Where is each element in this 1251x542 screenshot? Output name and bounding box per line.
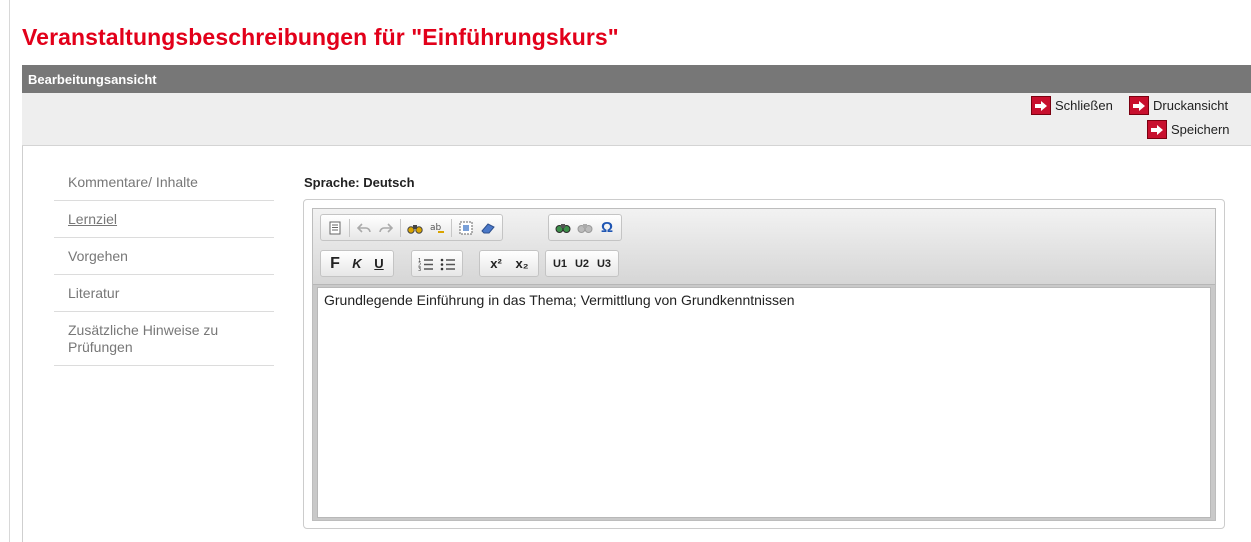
page-left-border (9, 0, 10, 542)
view-header: Bearbeitungsansicht (22, 65, 1251, 93)
heading-2-button[interactable]: U2 (571, 253, 593, 275)
print-view-button-label: Druckansicht (1153, 98, 1229, 113)
subscript-button[interactable]: x₂ (509, 253, 535, 275)
view-header-label: Bearbeitungsansicht (28, 72, 157, 87)
special-character-omega-icon[interactable]: Ω (596, 217, 618, 239)
toolbar-group-spellcheck: Ω (548, 214, 622, 241)
toolbar-group-basic-style: F K U (320, 250, 394, 277)
editor-toolbar: ab Ω F K U 1 2 3 x² x₂ U1 U2 U3 (313, 209, 1215, 285)
superscript-button[interactable]: x² (483, 253, 509, 275)
bold-button[interactable]: F (324, 253, 346, 275)
spellcheck-icon[interactable] (552, 217, 574, 239)
select-all-icon[interactable] (455, 217, 477, 239)
nav-item-vorgehen[interactable]: Vorgehen (54, 238, 274, 275)
toolbar-separator (400, 218, 401, 237)
editor-text-area[interactable]: Grundlegende Einführung in das Thema; Ve… (317, 287, 1211, 518)
toolbar-group-lists: 123 (411, 250, 463, 277)
rich-text-editor: ab Ω F K U 1 2 3 x² x₂ U1 U2 U3 Grundleg… (312, 208, 1216, 521)
toolbar-group-script: x² x₂ (479, 250, 539, 277)
italic-button[interactable]: K (346, 253, 368, 275)
nav-item-lernziel[interactable]: Lernziel (54, 201, 274, 238)
arrow-right-icon (1031, 96, 1051, 115)
section-nav: Kommentare/ Inhalte Lernziel Vorgehen Li… (54, 165, 274, 366)
close-button[interactable]: Schließen (1031, 96, 1113, 115)
action-bar: Schließen Druckansicht Speichern (22, 93, 1251, 146)
redo-icon[interactable] (375, 217, 397, 239)
toolbar-group-document: ab (320, 214, 503, 241)
print-view-button[interactable]: Druckansicht (1129, 96, 1228, 115)
bulleted-list-icon[interactable] (437, 253, 459, 275)
content-left-border (22, 146, 23, 542)
arrow-right-icon (1129, 96, 1149, 115)
undo-icon[interactable] (353, 217, 375, 239)
replace-icon[interactable]: ab (426, 217, 448, 239)
heading-1-button[interactable]: U1 (549, 253, 571, 275)
remove-format-eraser-icon[interactable] (477, 217, 499, 239)
nav-item-kommentare[interactable]: Kommentare/ Inhalte (54, 165, 274, 201)
editor-container: ab Ω F K U 1 2 3 x² x₂ U1 U2 U3 Grundleg… (303, 199, 1225, 529)
numbered-list-icon[interactable]: 123 (415, 253, 437, 275)
save-button-label: Speichern (1171, 122, 1230, 137)
arrow-right-icon (1147, 120, 1167, 139)
close-button-label: Schließen (1055, 98, 1113, 113)
toolbar-separator (349, 218, 350, 237)
toolbar-separator (451, 218, 452, 237)
page-title: Veranstaltungsbeschreibungen für "Einfüh… (22, 24, 619, 50)
language-label: Sprache: Deutsch (304, 175, 415, 190)
spellcheck-disabled-icon[interactable] (574, 217, 596, 239)
save-button[interactable]: Speichern (1147, 120, 1230, 139)
find-binoculars-icon[interactable] (404, 217, 426, 239)
toolbar-group-headings: U1 U2 U3 (545, 250, 619, 277)
source-document-icon[interactable] (324, 217, 346, 239)
svg-text:3: 3 (418, 267, 421, 271)
nav-item-pruefungshinweise[interactable]: Zusätzliche Hinweise zu Prüfungen (54, 312, 274, 366)
heading-3-button[interactable]: U3 (593, 253, 615, 275)
underline-button[interactable]: U (368, 253, 390, 275)
nav-item-literatur[interactable]: Literatur (54, 275, 274, 312)
